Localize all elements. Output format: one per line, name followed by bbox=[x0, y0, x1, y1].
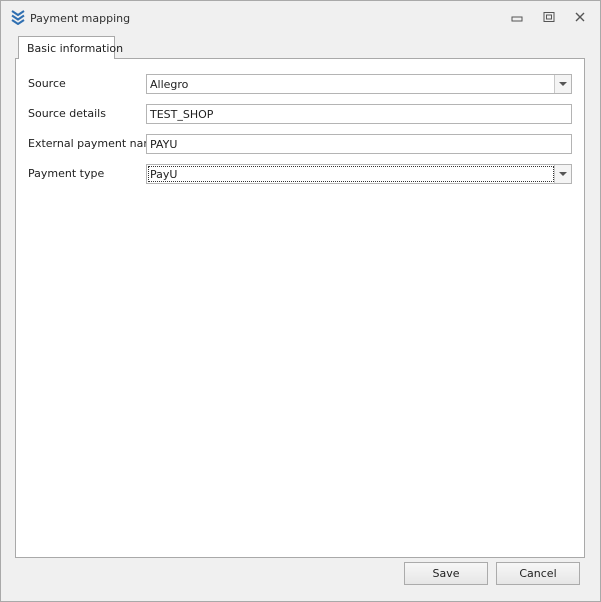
source-label: Source bbox=[28, 77, 66, 90]
focus-indicator bbox=[148, 166, 554, 182]
chevron-down-icon bbox=[559, 172, 567, 176]
payment-type-dropdown-button[interactable] bbox=[554, 165, 571, 183]
title-bar: Payment mapping bbox=[1, 1, 600, 31]
external-payment-name-label: External payment name bbox=[28, 137, 161, 150]
tab-label: Basic information bbox=[27, 42, 124, 55]
close-icon[interactable] bbox=[572, 10, 588, 24]
source-dropdown-button[interactable] bbox=[554, 75, 571, 93]
chevron-down-icon bbox=[559, 82, 567, 86]
payment-mapping-window: Payment mapping Basic information Source… bbox=[0, 0, 601, 602]
cancel-button[interactable]: Cancel bbox=[496, 562, 580, 585]
window-title: Payment mapping bbox=[30, 12, 131, 25]
payment-type-label: Payment type bbox=[28, 167, 105, 180]
source-details-field[interactable]: TEST_SHOP bbox=[146, 104, 572, 124]
maximize-icon[interactable] bbox=[541, 10, 557, 24]
payment-type-dropdown[interactable]: PayU bbox=[146, 164, 572, 184]
save-button[interactable]: Save bbox=[404, 562, 488, 585]
source-details-value: TEST_SHOP bbox=[150, 108, 214, 121]
external-payment-name-field[interactable]: PAYU bbox=[146, 134, 572, 154]
minimize-icon[interactable] bbox=[509, 10, 525, 24]
source-details-label: Source details bbox=[28, 107, 106, 120]
payment-type-value: PayU bbox=[150, 168, 178, 181]
source-value: Allegro bbox=[150, 78, 189, 91]
basic-information-panel bbox=[15, 58, 585, 558]
external-payment-name-value: PAYU bbox=[150, 138, 178, 151]
tab-basic-information[interactable]: Basic information bbox=[18, 36, 123, 59]
source-dropdown[interactable]: Allegro bbox=[146, 74, 572, 94]
layers-chevron-icon bbox=[11, 10, 25, 26]
